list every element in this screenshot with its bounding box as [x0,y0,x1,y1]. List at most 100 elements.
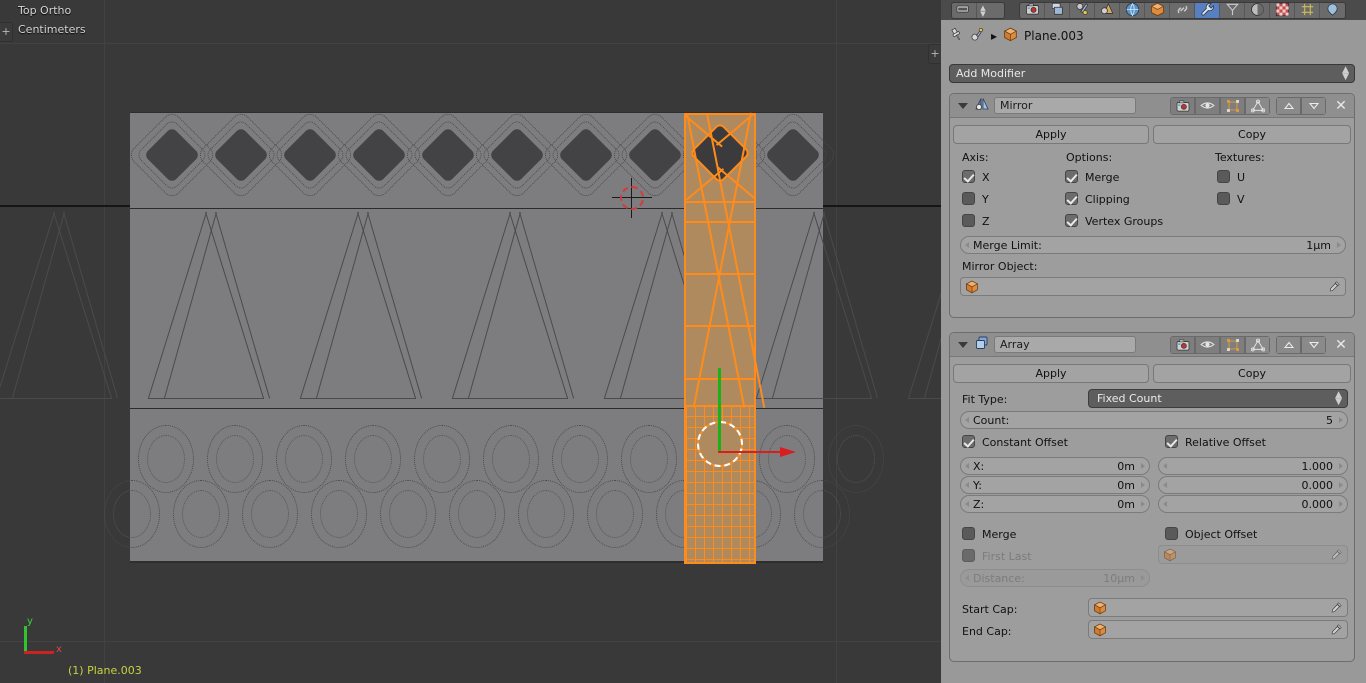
mesh-cube-icon[interactable] [1003,27,1018,45]
move-up-button[interactable] [1276,97,1301,115]
eyedropper-icon[interactable] [1328,280,1341,296]
chevron-down-icon[interactable] [958,342,968,348]
axis-orientation-widget[interactable]: y x [18,618,88,668]
modifier-panel-mirror[interactable]: Mirror [949,93,1355,318]
end-cap-field[interactable] [1088,620,1348,639]
constant-offset-x[interactable]: X: 0m [960,457,1150,475]
modifier-reorder-buttons-array[interactable] [1276,336,1326,354]
chevron-down-icon[interactable] [958,103,968,109]
render-toggle[interactable] [1170,336,1195,354]
eyedropper-icon[interactable] [1330,601,1343,617]
checkbox-texture-u[interactable] [1217,170,1230,183]
decrement-arrow-icon[interactable] [1163,482,1167,488]
increment-arrow-icon[interactable] [1141,575,1145,581]
output-tab[interactable] [1045,3,1070,18]
world-tab[interactable] [1120,3,1145,18]
edit-mode-toggle[interactable] [1220,336,1245,354]
checkbox-constant-offset[interactable] [962,435,975,448]
delete-modifier-button[interactable]: ✕ [1332,97,1350,115]
gizmo-y-axis[interactable] [718,368,721,452]
decrement-arrow-icon[interactable] [965,501,969,507]
checkbox-clipping[interactable] [1065,192,1078,205]
modifier-display-toggles-array[interactable] [1170,336,1270,354]
decrement-arrow-icon[interactable] [1163,463,1167,469]
mirror-object-field[interactable] [960,277,1346,296]
checkbox-merge[interactable] [1065,170,1078,183]
decrement-arrow-icon[interactable] [965,463,969,469]
count-field[interactable]: Count: 5 [960,411,1348,429]
gizmo-x-axis[interactable] [718,447,796,456]
checkbox-merge-array[interactable] [962,527,975,540]
scene-tab[interactable] [1095,3,1120,18]
properties-editor[interactable]: ▲▼ ▸ Plane.003 Add Modifier ▲▼ [941,0,1366,683]
realtime-toggle[interactable] [1195,336,1220,354]
modifier-header-mirror[interactable]: Mirror [950,94,1354,118]
distance-field[interactable]: Distance: 10µm [960,569,1150,587]
checkbox-axis-z[interactable] [962,214,975,227]
modifier-reorder-buttons-mirror[interactable] [1276,97,1326,115]
pin-icon[interactable] [949,27,964,45]
increment-arrow-icon[interactable] [1339,463,1343,469]
toolbar-expand-left[interactable]: + [0,22,13,42]
checkbox-axis-y[interactable] [962,192,975,205]
relative-offset-x[interactable]: 1.000 [1158,457,1348,475]
properties-tab-bar[interactable]: ▲▼ [941,0,1366,20]
modifiers-tab[interactable] [1195,3,1220,18]
object-offset-field[interactable] [1158,545,1348,564]
relative-offset-y[interactable]: 0.000 [1158,476,1348,494]
tab-spinner-icon[interactable]: ▲▼ [977,3,989,18]
eyedropper-icon[interactable] [1330,623,1343,639]
decrement-arrow-icon[interactable] [965,417,969,423]
3d-cursor[interactable] [612,178,652,218]
move-down-button[interactable] [1301,97,1326,115]
increment-arrow-icon[interactable] [1141,501,1145,507]
eyedropper-icon[interactable] [1330,548,1343,564]
modifier-name-input-mirror[interactable]: Mirror [994,97,1136,114]
object-tab[interactable] [1145,3,1170,18]
on-cage-toggle[interactable] [1245,97,1270,115]
add-modifier-button[interactable]: Add Modifier ▲▼ [949,64,1355,83]
physics-tab[interactable] [1245,3,1270,18]
selected-mesh-column[interactable] [684,113,756,564]
modifier-name-input-array[interactable]: Array [994,336,1136,353]
apply-button-array[interactable]: Apply [953,364,1149,383]
apply-button-mirror[interactable]: Apply [953,125,1149,144]
view-layer-tab[interactable] [1070,3,1095,18]
modifier-panel-array[interactable]: Array [949,332,1355,662]
constant-offset-y[interactable]: Y: 0m [960,476,1150,494]
object-data-tab[interactable] [1270,3,1295,18]
increment-arrow-icon[interactable] [1141,463,1145,469]
properties-body[interactable]: Add Modifier ▲▼ Mirror [941,52,1366,683]
modifier-header-array[interactable]: Array [950,333,1354,357]
fit-type-dropdown[interactable]: Fixed Count ▲▼ [1088,389,1348,408]
realtime-toggle[interactable] [1195,97,1220,115]
relative-offset-z[interactable]: 0.000 [1158,495,1348,513]
decrement-arrow-icon[interactable] [965,482,969,488]
move-up-button[interactable] [1276,336,1301,354]
start-cap-field[interactable] [1088,598,1348,617]
merge-limit-field[interactable]: Merge Limit: 1µm [960,236,1346,254]
edit-mode-toggle[interactable] [1220,97,1245,115]
particles-tab[interactable] [1220,3,1245,18]
material-tab[interactable] [1295,3,1320,18]
breadcrumb-object-name[interactable]: Plane.003 [1024,29,1084,43]
tool-tab-group[interactable]: ▲▼ [951,2,1005,19]
increment-arrow-icon[interactable] [1339,417,1343,423]
increment-arrow-icon[interactable] [1337,242,1341,248]
checkbox-axis-x[interactable] [962,170,975,183]
delete-modifier-button[interactable]: ✕ [1332,336,1350,354]
copy-button-array[interactable]: Copy [1153,364,1351,383]
checkbox-vertex-groups[interactable] [1065,214,1078,227]
constant-offset-z[interactable]: Z: 0m [960,495,1150,513]
increment-arrow-icon[interactable] [1339,501,1343,507]
properties-tab-group[interactable] [1019,2,1346,19]
3d-viewport[interactable]: Top Ortho Centimeters + + [0,0,941,683]
object-data-icon[interactable] [970,27,985,45]
render-toggle[interactable] [1170,97,1195,115]
texture-tab[interactable] [1320,3,1345,18]
decrement-arrow-icon[interactable] [965,242,969,248]
constraints-tab[interactable] [1170,3,1195,18]
sidebar-expand-right[interactable]: + [928,44,941,64]
move-down-button[interactable] [1301,336,1326,354]
copy-button-mirror[interactable]: Copy [1153,125,1351,144]
